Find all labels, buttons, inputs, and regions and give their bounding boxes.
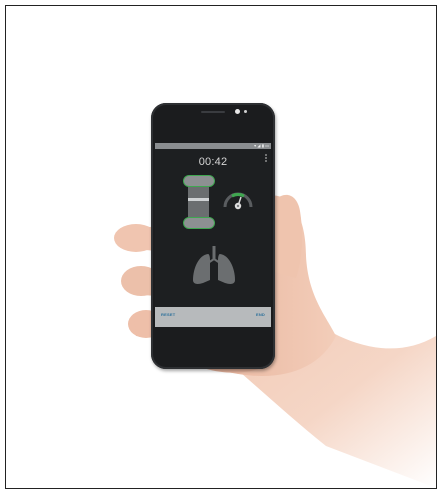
pressure-gauge-icon	[223, 192, 253, 210]
front-camera	[235, 109, 240, 114]
status-icons: ▾ ◢ ▮ ▭	[254, 143, 269, 148]
reset-button[interactable]: RESET	[161, 312, 175, 317]
end-button[interactable]: END	[256, 312, 265, 317]
lungs-icon	[193, 246, 235, 284]
smartphone: ▾ ◢ ▮ ▭ 00:42 RESET END	[151, 103, 275, 369]
timer-display: 00:42	[198, 156, 228, 168]
front-sensor	[244, 110, 247, 113]
status-bar: ▾ ◢ ▮ ▭	[155, 143, 271, 149]
image-frame: ▾ ◢ ▮ ▭ 00:42 RESET END	[5, 5, 437, 489]
bottom-action-bar: RESET END	[155, 307, 271, 327]
phone-speaker	[201, 111, 225, 113]
cylinder-icon	[183, 175, 215, 229]
app-screen: ▾ ◢ ▮ ▭ 00:42 RESET END	[155, 143, 271, 327]
